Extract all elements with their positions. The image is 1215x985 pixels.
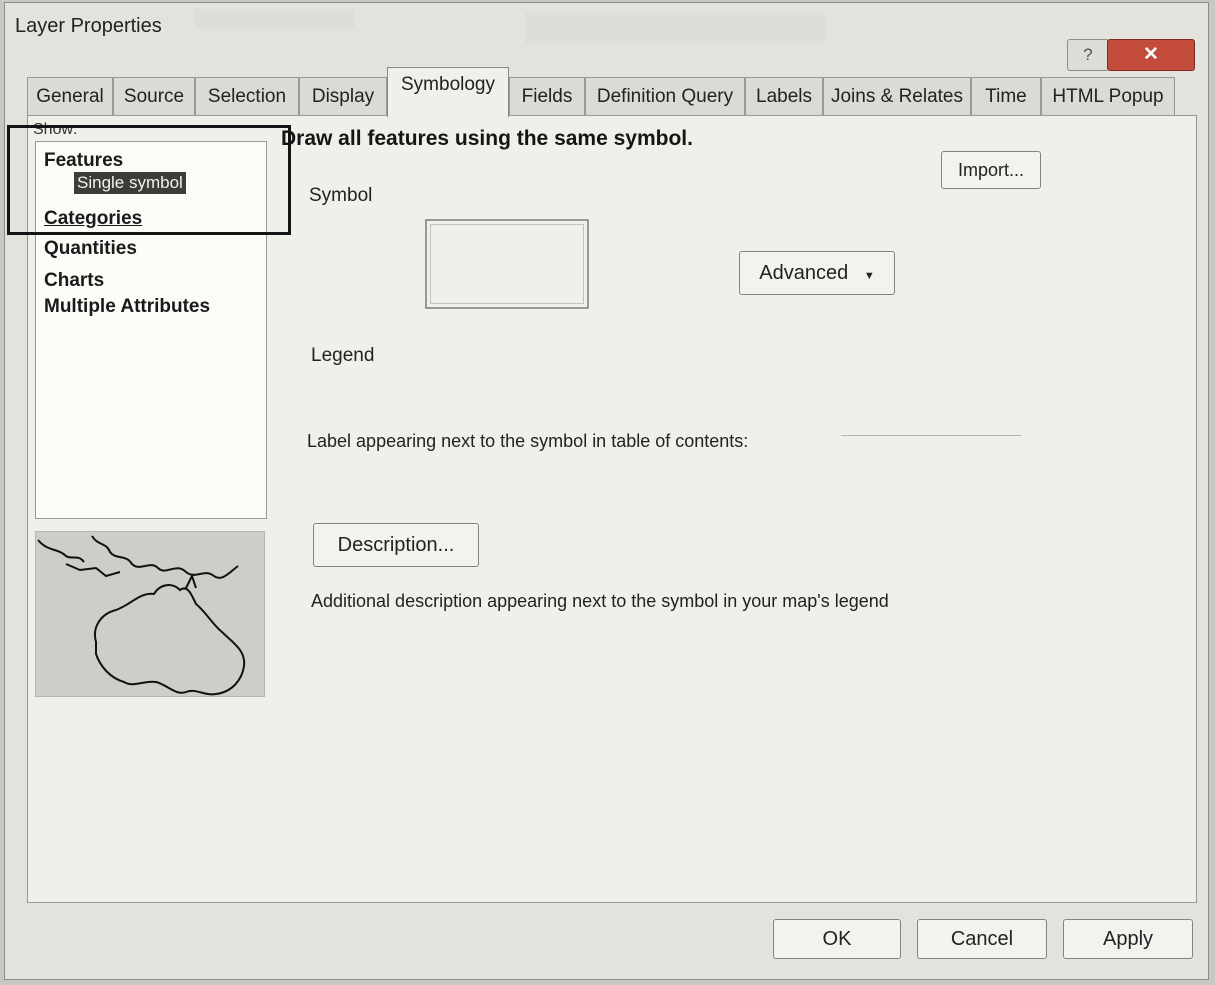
description-caption: Additional description appearing next to… xyxy=(311,591,889,611)
description-button[interactable]: Description... xyxy=(313,523,479,567)
tab-joins-relates[interactable]: Joins & Relates xyxy=(823,77,971,115)
australia-map-icon xyxy=(37,535,246,696)
annotation-highlight-box xyxy=(7,125,291,235)
tab-fields[interactable]: Fields xyxy=(509,77,585,115)
renderer-preview-image xyxy=(35,531,265,697)
ok-button[interactable]: OK xyxy=(773,919,901,959)
tab-labels[interactable]: Labels xyxy=(745,77,823,115)
close-button[interactable]: ✕ xyxy=(1107,39,1195,71)
toc-label-caption: Label appearing next to the symbol in ta… xyxy=(307,431,749,451)
apply-button[interactable]: Apply xyxy=(1063,919,1193,959)
symbol-preview-button[interactable] xyxy=(425,219,589,309)
toc-label-input[interactable] xyxy=(841,435,1021,436)
layer-properties-dialog: Layer Properties ? ✕ General Source Sele… xyxy=(4,2,1209,980)
renderer-quantities[interactable]: Quantities xyxy=(44,238,137,260)
chevron-down-icon: ▼ xyxy=(863,270,875,282)
renderer-heading: Draw all features using the same symbol. xyxy=(281,127,693,150)
help-button[interactable]: ? xyxy=(1067,39,1109,71)
renderer-multiple-attributes[interactable]: Multiple Attributes xyxy=(44,296,210,318)
tab-general[interactable]: General xyxy=(27,77,113,115)
tab-selection[interactable]: Selection xyxy=(195,77,299,115)
advanced-label: Advanced xyxy=(759,262,849,284)
symbol-label: Symbol xyxy=(309,185,373,206)
symbol-preview-inner xyxy=(430,224,584,304)
background-smudge xyxy=(525,13,825,43)
tab-source[interactable]: Source xyxy=(113,77,195,115)
cancel-button[interactable]: Cancel xyxy=(917,919,1047,959)
legend-label: Legend xyxy=(311,345,375,366)
import-button[interactable]: Import... xyxy=(941,151,1041,189)
renderer-charts[interactable]: Charts xyxy=(44,270,104,292)
window-title: Layer Properties xyxy=(15,15,162,37)
background-smudge xyxy=(195,9,355,29)
tab-definition-query[interactable]: Definition Query xyxy=(585,77,745,115)
advanced-dropdown-button[interactable]: Advanced ▼ xyxy=(739,251,895,295)
tab-html-popup[interactable]: HTML Popup xyxy=(1041,77,1175,115)
tab-display[interactable]: Display xyxy=(299,77,387,115)
tab-time[interactable]: Time xyxy=(971,77,1041,115)
tab-symbology[interactable]: Symbology xyxy=(387,67,509,117)
